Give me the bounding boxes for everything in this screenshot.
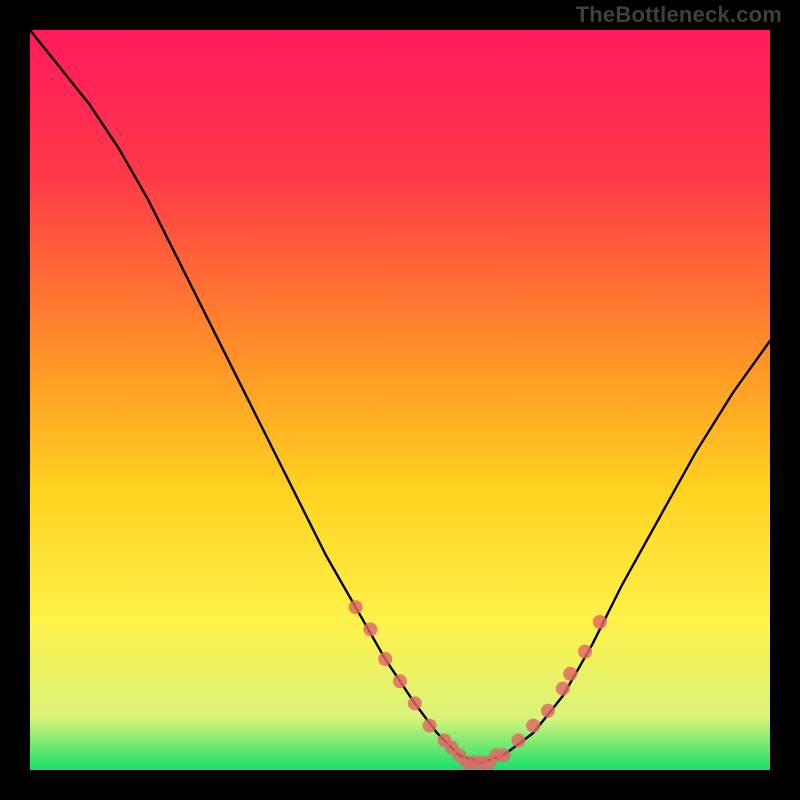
bottleneck-curve-chart bbox=[0, 0, 800, 800]
highlight-dot bbox=[511, 733, 525, 747]
highlight-dot bbox=[363, 622, 377, 636]
highlight-dot bbox=[408, 696, 422, 710]
highlight-dot bbox=[526, 719, 540, 733]
highlight-dot bbox=[423, 719, 437, 733]
plot-background bbox=[30, 30, 770, 770]
watermark-text: TheBottleneck.com bbox=[576, 2, 782, 28]
highlight-dot bbox=[497, 748, 511, 762]
highlight-dot bbox=[563, 667, 577, 681]
highlight-dot bbox=[556, 682, 570, 696]
highlight-dot bbox=[378, 652, 392, 666]
highlight-dot bbox=[541, 704, 555, 718]
highlight-dot bbox=[578, 645, 592, 659]
highlight-dot bbox=[593, 615, 607, 629]
highlight-dot bbox=[349, 600, 363, 614]
highlight-dot bbox=[393, 674, 407, 688]
chart-frame: TheBottleneck.com bbox=[0, 0, 800, 800]
